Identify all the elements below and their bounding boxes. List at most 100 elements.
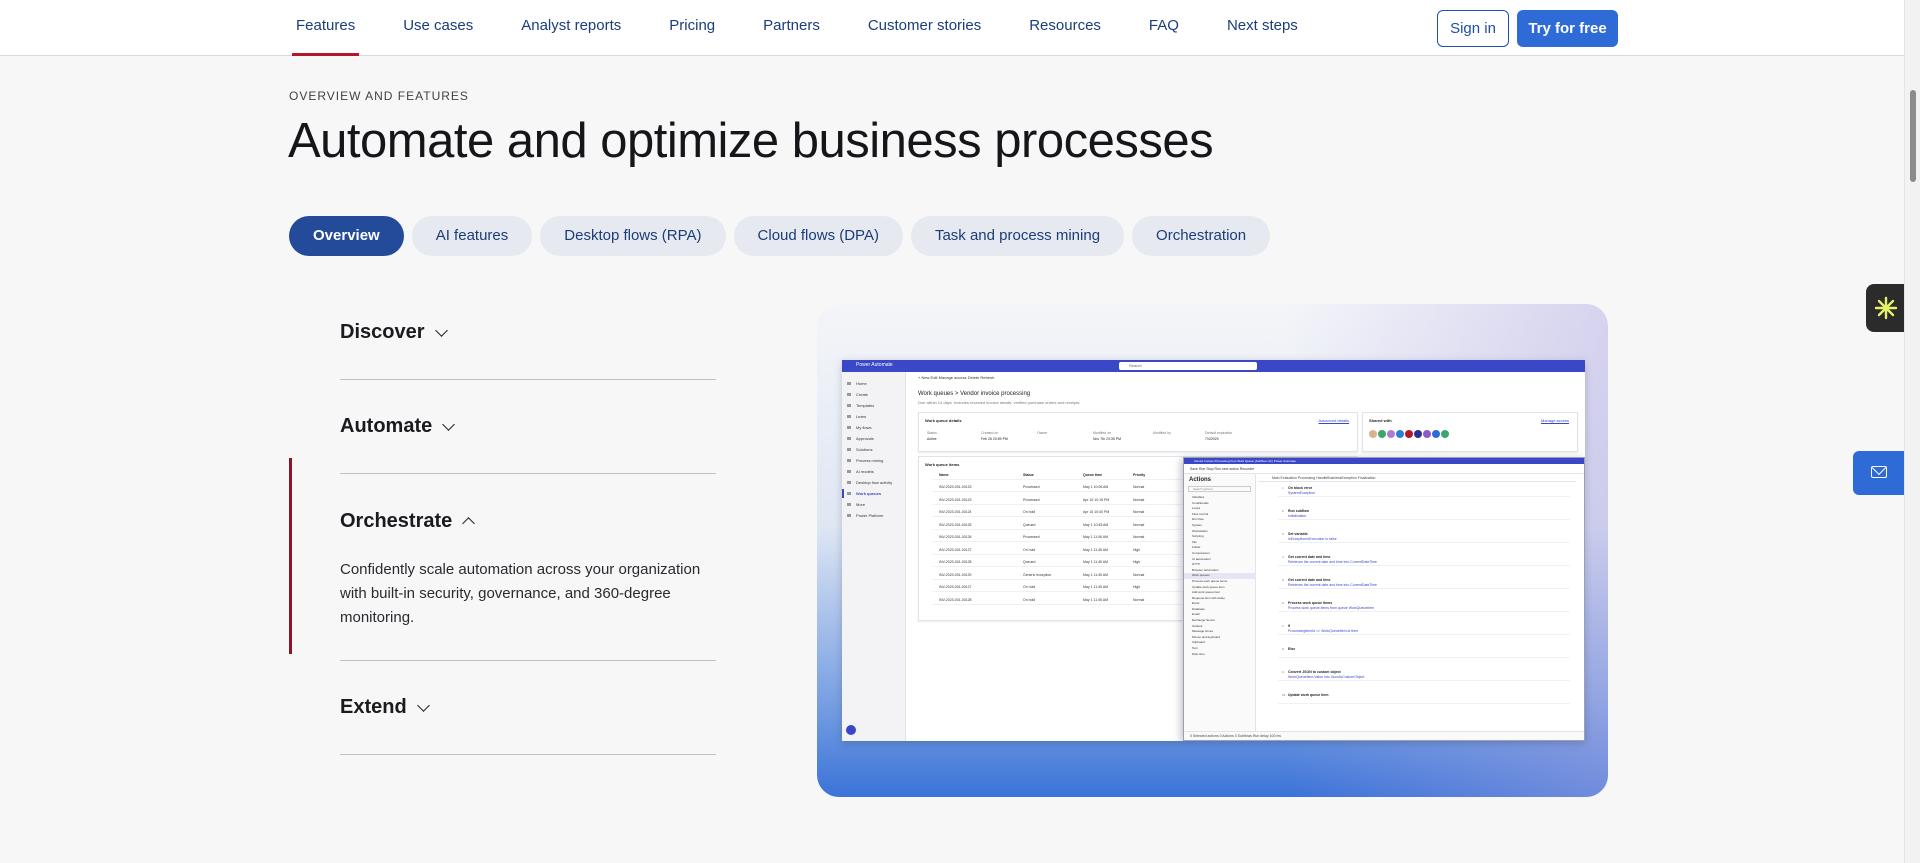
accordion-header-orchestrate[interactable]: Orchestrate: [340, 474, 716, 569]
step-detail: ProcessingItemId <> WorkQueueItem.Id the…: [1288, 629, 1359, 633]
nav-faq[interactable]: FAQ: [1145, 0, 1183, 56]
flow-step: 1 On block error SystemException: [1278, 486, 1570, 497]
step-title: Else: [1288, 647, 1296, 651]
sidebar-item: Templates: [842, 400, 905, 411]
product-visual: Power Automate Search Home Create Templa…: [817, 304, 1608, 797]
flow-step: 4 Get current date and time Retrieves the …: [1278, 555, 1570, 566]
step-title: Set variable: [1288, 532, 1308, 536]
tab-cloud-flows[interactable]: Cloud flows (DPA): [733, 216, 903, 256]
sidebar-item-selected: Work queues: [842, 488, 905, 499]
nav-next-steps[interactable]: Next steps: [1223, 0, 1302, 56]
column-header: Status: [1023, 473, 1034, 477]
detail: Modified by: [1153, 431, 1171, 435]
avatar: [1432, 430, 1440, 438]
app-breadcrumb: Work queues > Vendor invoice processing: [918, 391, 1031, 397]
nav-pricing[interactable]: Pricing: [665, 0, 719, 56]
table-cell: INV-2023-001-00123: [939, 497, 972, 502]
tab-ai-features[interactable]: AI features: [411, 216, 533, 256]
table-cell: Queued: [1023, 560, 1036, 564]
table-cell: INV-2023-001-00127: [939, 547, 972, 552]
app-search: Search: [1119, 362, 1257, 370]
table-cell: Processed: [1023, 497, 1040, 502]
accordion-header-discover[interactable]: Discover: [340, 286, 716, 379]
sidebar-item: Solutions: [842, 444, 905, 455]
scrollbar-thumb[interactable]: [1910, 90, 1916, 182]
table-cell: Normal: [1133, 485, 1145, 489]
product-screenshot: Power Automate Search Home Create Templa…: [842, 360, 1585, 741]
actions-title: Actions: [1189, 477, 1212, 483]
sidebar-item: Learn: [842, 411, 905, 422]
flow-step: 10 Update work queue item: [1278, 693, 1570, 704]
table-cell: Generic exception: [1023, 572, 1052, 577]
detail: Created on Feb 26 20:59 PM: [981, 431, 1008, 441]
table-cell: May 1 11:45 AM: [1083, 560, 1109, 564]
step-number: 5: [1282, 578, 1284, 582]
table-cell: On hold: [1023, 597, 1036, 602]
sidebar-item: My flows: [842, 422, 905, 433]
flow-step: 6 Process work queue items Process work qu…: [1278, 601, 1570, 612]
nav-features[interactable]: Features: [292, 0, 360, 56]
flow-step: 7 If ProcessingItemId <> WorkQueueItem.Id …: [1278, 624, 1570, 635]
sidebar-item: Power Platform: [842, 510, 905, 521]
tab-task-process-mining[interactable]: Task and process mining: [910, 216, 1125, 256]
table-cell: Normal: [1133, 522, 1145, 527]
step-detail: IsExceptionInExecution to false: [1288, 537, 1337, 541]
step-title: Convert JSON to custom object: [1288, 670, 1341, 674]
avatar: [1405, 430, 1413, 438]
step-number: 3: [1282, 532, 1284, 536]
copilot-button[interactable]: [1866, 284, 1906, 332]
page-title: Automate and optimize business processes: [288, 114, 1214, 168]
try-for-free-button[interactable]: Try for free: [1517, 10, 1618, 47]
nav-use-cases[interactable]: Use cases: [399, 0, 477, 56]
accordion-header-automate[interactable]: Automate: [340, 380, 716, 473]
chevron-down-icon: [442, 417, 456, 431]
flow-step: 8 Else: [1278, 647, 1570, 658]
nav-customer-stories[interactable]: Customer stories: [864, 0, 985, 56]
table-cell: Normal: [1133, 597, 1145, 602]
avatar: [1387, 430, 1395, 438]
tab-orchestration[interactable]: Orchestration: [1132, 216, 1271, 256]
step-number: 8: [1282, 647, 1284, 651]
flow-step: 2 Run subflow Initialization: [1278, 509, 1570, 520]
mail-icon: [1871, 466, 1887, 478]
column-header: Queue time: [1083, 473, 1103, 477]
table-cell: May 1 11:45 AM: [1083, 572, 1109, 577]
accordion-header-extend[interactable]: Extend: [340, 661, 716, 754]
detail: Status Active: [927, 431, 937, 441]
details-link: Advanced details: [1318, 418, 1349, 423]
top-navigation: Features Use cases Analyst reports Prici…: [0, 0, 1904, 56]
sidebar-item: Process mining: [842, 455, 905, 466]
step-title: If: [1288, 624, 1291, 628]
step-number: 10: [1282, 693, 1286, 697]
page-scrollbar[interactable]: [1904, 0, 1920, 863]
nav-analyst-reports[interactable]: Analyst reports: [517, 0, 625, 56]
table-cell: Normal: [1133, 572, 1145, 577]
action-item: Date time: [1192, 651, 1205, 656]
table-cell: May 1 10:45 AM: [1083, 522, 1109, 527]
sign-in-button[interactable]: Sign in: [1437, 10, 1509, 47]
nav-resources[interactable]: Resources: [1025, 0, 1105, 56]
step-detail: Process work queue items from queue Work…: [1288, 606, 1375, 610]
table-cell: Normal: [1133, 535, 1145, 539]
sidebar-item: Desktop flow activity: [842, 477, 905, 488]
app-toolbar: + New Edit Manage access Delete Refresh: [918, 375, 995, 380]
column-header: Priority: [1133, 473, 1146, 477]
chevron-down-icon: [434, 323, 448, 337]
step-number: 7: [1282, 624, 1284, 628]
tab-overview[interactable]: Overview: [289, 216, 404, 256]
accordion-item-discover: Discover: [340, 286, 716, 380]
shared-title: Shared with: [1369, 418, 1392, 423]
step-number: 1: [1282, 486, 1284, 490]
sidebar-item: Create: [842, 389, 905, 400]
sidebar-item: Home: [842, 378, 905, 389]
contact-email-button[interactable]: [1853, 451, 1905, 495]
accordion-title: Extend: [340, 696, 407, 718]
flow-step: 9 Convert JSON to custom object WorkQueueI…: [1278, 670, 1570, 681]
table-cell: Normal: [1133, 497, 1145, 502]
copilot-sparkle-icon: [1874, 296, 1898, 320]
items-title: Work queue items: [925, 462, 960, 467]
accordion-item-orchestrate: Orchestrate Confidently scale automation…: [340, 474, 716, 661]
designer-status-bar: 0 Selected actions 0 Actions 0 Subflows …: [1184, 731, 1584, 740]
tab-desktop-flows[interactable]: Desktop flows (RPA): [540, 216, 726, 256]
nav-partners[interactable]: Partners: [759, 0, 824, 56]
